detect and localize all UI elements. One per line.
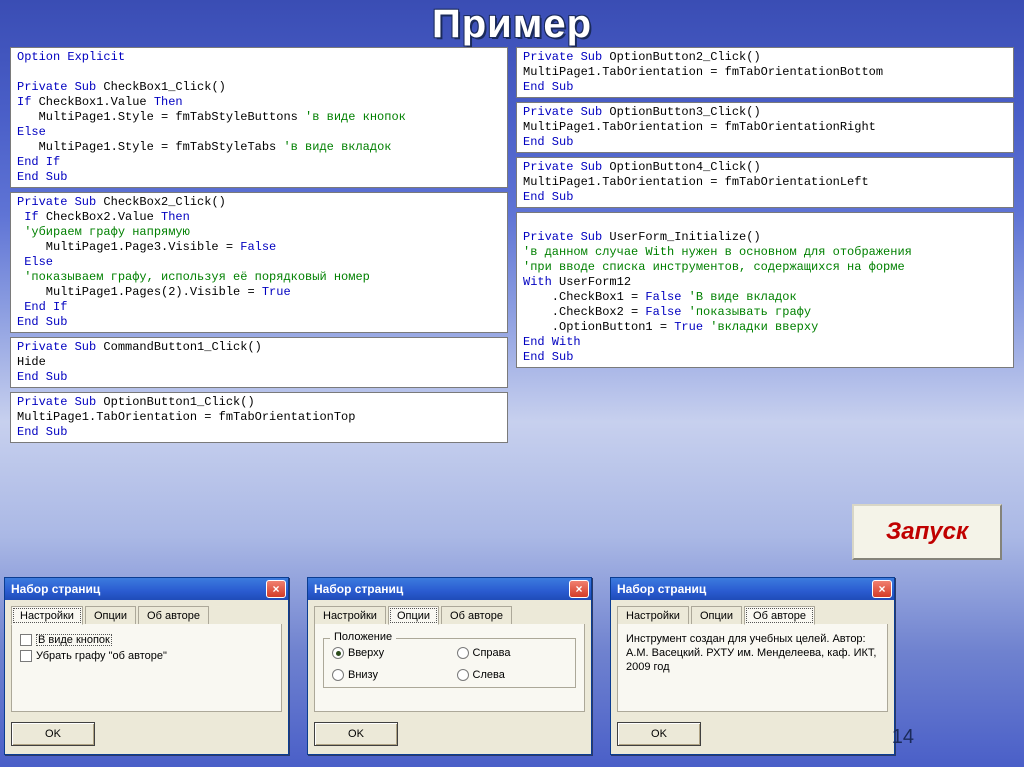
checkbox-label: В виде кнопок [36, 634, 112, 646]
forms-row: Набор страниц × Настройки Опции Об автор… [4, 577, 895, 755]
radio-label: Справа [473, 647, 511, 659]
code-block: Private Sub CheckBox2_Click() If CheckBo… [10, 192, 508, 333]
checkbox-hide-about[interactable] [20, 650, 32, 662]
tab-about[interactable]: Об авторе [138, 606, 209, 624]
code-block: Private Sub CommandButton1_Click()HideEn… [10, 337, 508, 388]
position-frame: Положение Вверху Справа Внизу Слева [323, 638, 576, 688]
window-title: Набор страниц [314, 582, 403, 596]
checkbox-buttons-style[interactable] [20, 634, 32, 646]
titlebar[interactable]: Набор страниц × [611, 578, 894, 600]
close-icon[interactable]: × [872, 580, 892, 598]
tab-about[interactable]: Об авторе [441, 606, 512, 624]
ok-button[interactable]: OK [617, 722, 701, 746]
tab-options[interactable]: Опции [85, 606, 136, 624]
window-title: Набор страниц [11, 582, 100, 596]
radio-label: Слева [473, 669, 505, 681]
code-block: Private Sub OptionButton3_Click()MultiPa… [516, 102, 1014, 153]
tab-panel-settings: В виде кнопок Убрать графу "об авторе" [11, 624, 282, 712]
window-title: Набор страниц [617, 582, 706, 596]
code-block: Private Sub OptionButton1_Click()MultiPa… [10, 392, 508, 443]
code-block: Option Explicit Private Sub CheckBox1_Cl… [10, 47, 508, 188]
tab-settings[interactable]: Настройки [11, 606, 83, 625]
tab-options[interactable]: Опции [388, 606, 439, 625]
tab-settings[interactable]: Настройки [314, 606, 386, 624]
radio-label: Вверху [348, 647, 384, 659]
frame-title: Положение [330, 631, 396, 643]
code-block: Private Sub UserForm_Initialize()'в данн… [516, 212, 1014, 368]
about-text: Инструмент создан для учебных целей. Авт… [626, 632, 879, 674]
titlebar[interactable]: Набор страниц × [308, 578, 591, 600]
code-block: Private Sub OptionButton4_Click()MultiPa… [516, 157, 1014, 208]
tab-panel-about: Инструмент создан для учебных целей. Авт… [617, 624, 888, 712]
userform-about: Набор страниц × Настройки Опции Об автор… [610, 577, 895, 755]
close-icon[interactable]: × [266, 580, 286, 598]
ok-button[interactable]: OK [11, 722, 95, 746]
tabstrip: Настройки Опции Об авторе [11, 606, 282, 625]
radio-label: Внизу [348, 669, 378, 681]
tabstrip: Настройки Опции Об авторе [314, 606, 585, 625]
radio-right[interactable] [457, 647, 469, 659]
tab-settings[interactable]: Настройки [617, 606, 689, 624]
userform-options: Набор страниц × Настройки Опции Об автор… [307, 577, 592, 755]
radio-left[interactable] [457, 669, 469, 681]
radio-top[interactable] [332, 647, 344, 659]
tab-options[interactable]: Опции [691, 606, 742, 624]
code-area: Option Explicit Private Sub CheckBox1_Cl… [0, 47, 1024, 449]
titlebar[interactable]: Набор страниц × [5, 578, 288, 600]
tab-panel-options: Положение Вверху Справа Внизу Слева [314, 624, 585, 712]
slide-title: Пример [0, 0, 1024, 47]
radio-bottom[interactable] [332, 669, 344, 681]
page-number: 14 [892, 726, 914, 749]
launch-button[interactable]: Запуск [852, 504, 1002, 560]
close-icon[interactable]: × [569, 580, 589, 598]
tab-about[interactable]: Об авторе [744, 606, 815, 625]
tabstrip: Настройки Опции Об авторе [617, 606, 888, 625]
checkbox-label: Убрать графу "об авторе" [36, 650, 167, 662]
userform-settings: Набор страниц × Настройки Опции Об автор… [4, 577, 289, 755]
ok-button[interactable]: OK [314, 722, 398, 746]
code-block: Private Sub OptionButton2_Click()MultiPa… [516, 47, 1014, 98]
